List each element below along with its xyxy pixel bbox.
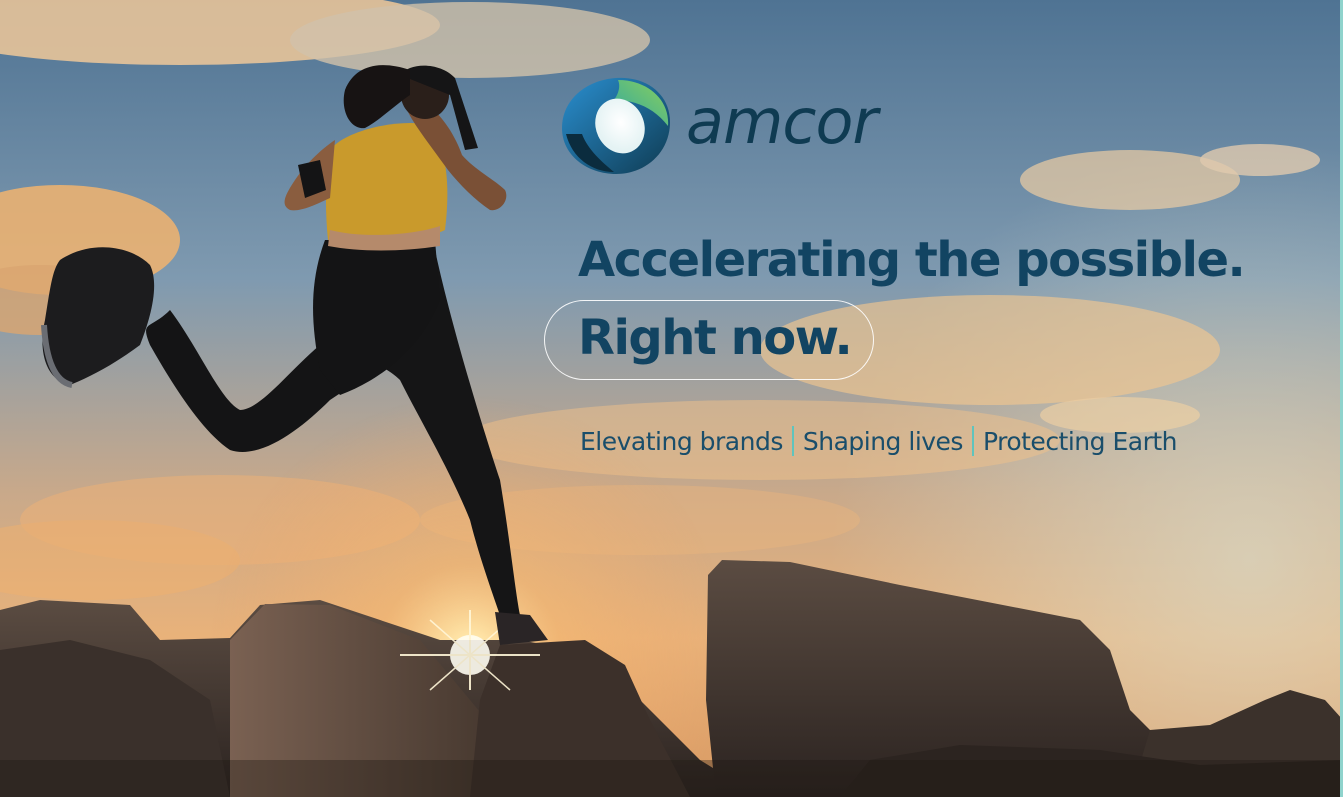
tagline-row: Elevating brands Shaping lives Protecting …: [580, 422, 1178, 462]
amcor-logo: amcor: [558, 74, 888, 178]
amcor-logo-mark-icon: [562, 77, 670, 174]
brand-wordmark: amcor: [686, 85, 878, 158]
tagline-separator: [791, 426, 794, 456]
tagline-item: Shaping lives: [802, 427, 964, 456]
subheadline: Right now.: [578, 310, 853, 366]
tagline-item: Protecting Earth: [982, 427, 1178, 456]
headline: Accelerating the possible.: [578, 232, 1246, 288]
tagline-separator: [971, 426, 974, 456]
tagline-item: Elevating brands: [580, 427, 783, 456]
hero-banner: amcor Accelerating the possible. Right n…: [0, 0, 1343, 797]
